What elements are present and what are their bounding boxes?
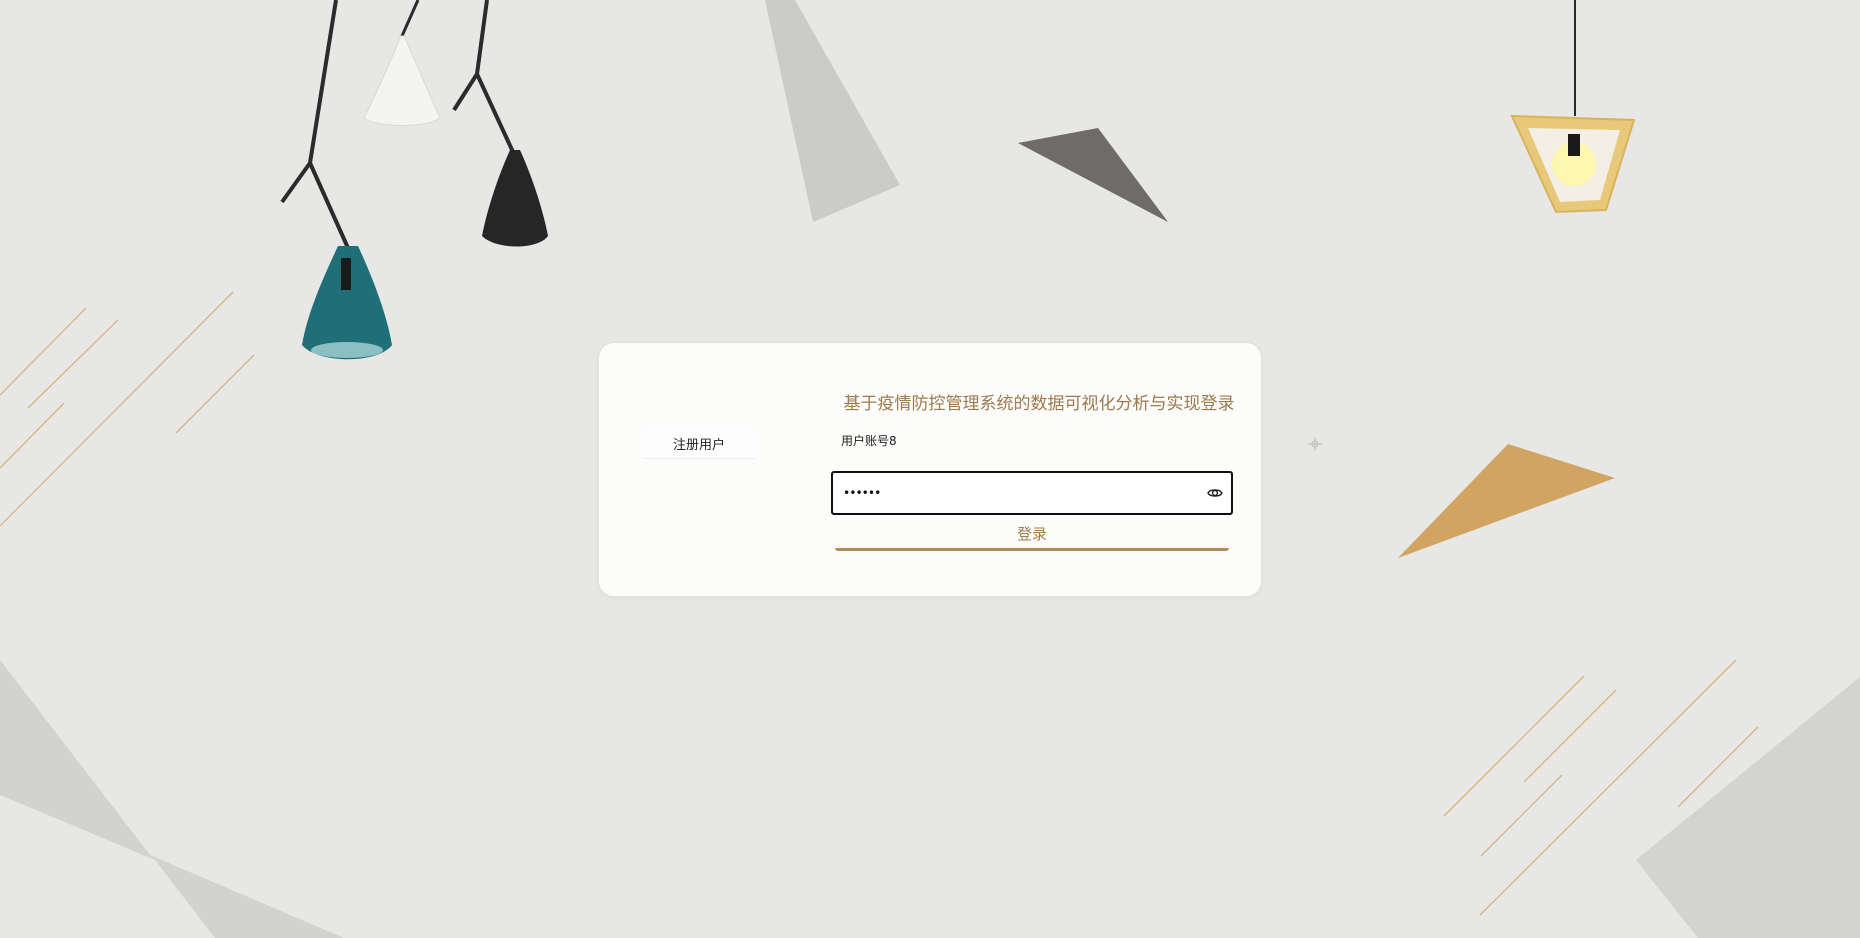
- account-field[interactable]: [831, 427, 1231, 453]
- password-field-container: [831, 471, 1233, 515]
- bg-triangle-dark: [1018, 128, 1168, 222]
- bg-triangle-top: [765, 0, 900, 222]
- bg-triangle-bottom-right: [1636, 677, 1860, 938]
- login-button[interactable]: 登录: [835, 519, 1229, 551]
- bg-triangle-gold: [1398, 444, 1615, 558]
- login-title: 基于疫情防控管理系统的数据可视化分析与实现登录: [843, 394, 1235, 414]
- register-button[interactable]: 注册用户: [643, 429, 755, 459]
- login-card: 注册用户 基于疫情防控管理系统的数据可视化分析与实现登录 登录: [598, 342, 1262, 597]
- lamp-right: [1510, 0, 1636, 214]
- password-field[interactable]: [843, 473, 1183, 513]
- eye-icon[interactable]: [1207, 485, 1223, 501]
- lamp-cluster-left: [280, 0, 548, 360]
- bg-lines-left: [0, 291, 255, 527]
- crosshair-cursor-icon: [1308, 437, 1322, 451]
